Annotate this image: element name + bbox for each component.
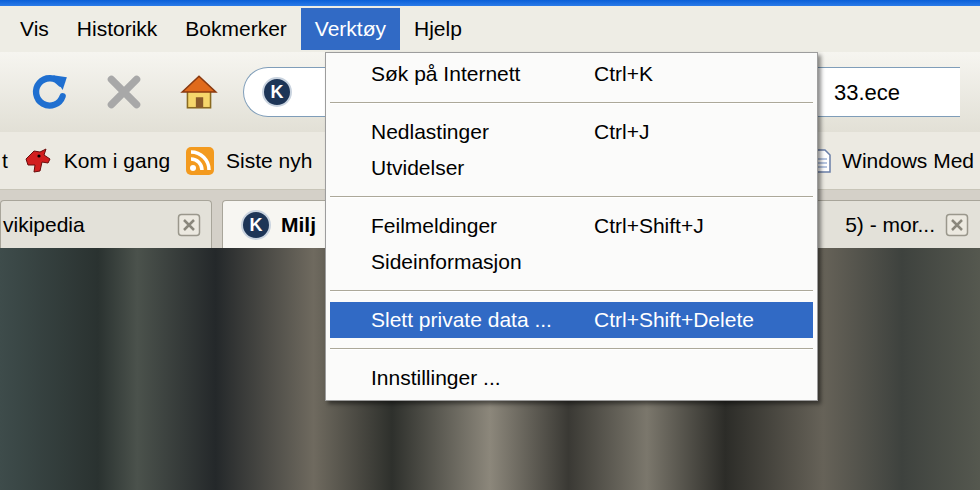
menu-item-label[interactable]: Slett private data ... (330, 304, 594, 336)
close-tab-icon[interactable] (177, 213, 201, 237)
close-tab-icon[interactable] (945, 213, 969, 237)
menu-bar-item[interactable]: Verktøy (301, 8, 400, 50)
address-text[interactable]: 33.ece (834, 76, 900, 109)
tab-label[interactable]: vikipedia (3, 209, 85, 241)
bookmark-item[interactable]: t (2, 145, 8, 177)
menu-bar-item[interactable]: Historikk (63, 8, 172, 50)
site-logo-icon: K (262, 77, 292, 107)
reload-icon[interactable] (28, 71, 70, 113)
menu-item[interactable]: Sideinformasjon (330, 244, 813, 280)
menu-item-label[interactable]: Feilmeldinger (330, 210, 594, 242)
menu-item-label[interactable]: Nedlastinger (330, 116, 594, 148)
red-dog-icon (22, 145, 54, 177)
menu-item-label[interactable]: Innstillinger ... (330, 362, 594, 394)
bookmark-label[interactable]: Siste nyh (226, 145, 312, 177)
bookmark-item[interactable]: Kom i gang (22, 145, 170, 177)
menu-item-shortcut: Ctrl+K (594, 58, 653, 90)
menu-separator (330, 92, 813, 114)
tab-label[interactable]: Milj (281, 209, 316, 241)
menu-bar-item[interactable]: Vis (6, 8, 63, 50)
bookmark-label[interactable]: Kom i gang (64, 145, 170, 177)
browser-tab[interactable]: vikipedia (0, 200, 212, 248)
separator-line (330, 348, 813, 350)
home-icon[interactable] (178, 71, 220, 113)
menu-item-label[interactable]: Søk på Internett (330, 58, 594, 90)
bookmark-item[interactable]: Siste nyh (184, 145, 312, 177)
menu-item[interactable]: Slett private data ...Ctrl+Shift+Delete (330, 302, 813, 338)
menu-item-label[interactable]: Utvidelser (330, 152, 594, 184)
menu-item-label[interactable]: Sideinformasjon (330, 246, 594, 278)
tab-label[interactable]: 5) - mor... (845, 209, 935, 241)
bookmark-item[interactable]: Windows Med (812, 145, 974, 177)
separator-line (330, 290, 813, 292)
menu-item[interactable]: NedlastingerCtrl+J (330, 114, 813, 150)
tools-menu: Søk på InternettCtrl+KNedlastingerCtrl+J… (325, 52, 818, 401)
separator-line (330, 196, 813, 198)
menu-bar: VisHistorikkBokmerkerVerktøyHjelp (0, 6, 980, 52)
bookmark-label[interactable]: t (2, 145, 8, 177)
menu-separator (330, 280, 813, 302)
menu-bar-item[interactable]: Hjelp (400, 8, 476, 50)
menu-item[interactable]: FeilmeldingerCtrl+Shift+J (330, 208, 813, 244)
menu-item-shortcut: Ctrl+Shift+J (594, 210, 704, 242)
menu-bar-item[interactable]: Bokmerker (171, 8, 301, 50)
stop-icon[interactable] (103, 71, 145, 113)
menu-separator (330, 186, 813, 208)
menu-item-shortcut: Ctrl+J (594, 116, 649, 148)
bookmark-label[interactable]: Windows Med (842, 145, 974, 177)
separator-line (330, 102, 813, 104)
menu-item[interactable]: Innstillinger ... (330, 360, 813, 396)
menu-item[interactable]: Utvidelser (330, 150, 813, 186)
menu-item-shortcut: Ctrl+Shift+Delete (594, 304, 754, 336)
menu-separator (330, 338, 813, 360)
menu-item[interactable]: Søk på InternettCtrl+K (330, 56, 813, 92)
rss-feed-icon (184, 145, 216, 177)
site-logo-icon: K (241, 210, 271, 240)
